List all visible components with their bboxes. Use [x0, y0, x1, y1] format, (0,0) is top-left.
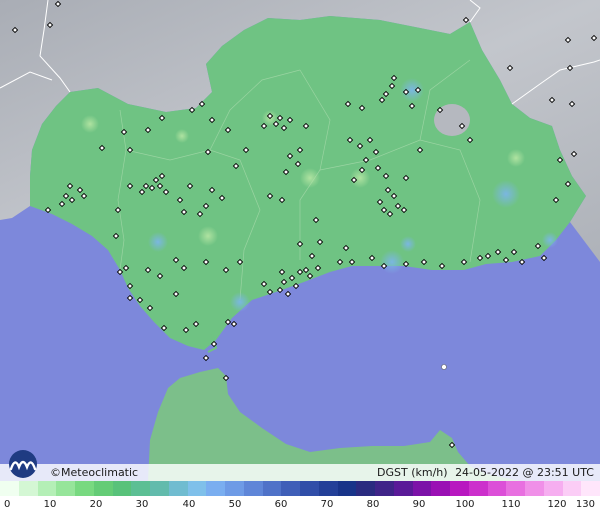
brand-credit: ©Meteoclimatic — [50, 465, 138, 480]
color-scale-bar — [0, 481, 600, 496]
scale-swatch — [487, 481, 507, 496]
scale-swatch — [168, 481, 188, 496]
meteoclimatic-logo — [2, 449, 48, 479]
scale-swatch — [112, 481, 132, 496]
color-scale-labels: 0 10 20 30 40 50 60 70 80 90 100 110 120 130 — [0, 496, 600, 517]
scale-swatch — [337, 481, 357, 496]
scale-tick-label: 0 — [4, 499, 11, 510]
scale-tick-label: 110 — [501, 499, 521, 510]
datetime-label: 24-05-2022 @ 23:51 UTC — [455, 466, 594, 479]
scale-swatch — [18, 481, 38, 496]
wind-gust-map[interactable] — [0, 0, 600, 481]
scale-swatch — [187, 481, 207, 496]
scale-swatch — [300, 481, 319, 496]
scale-swatch — [281, 481, 300, 496]
scale-swatch — [562, 481, 582, 496]
map-view[interactable]: ©Meteoclimatic DGST (km/h) 24-05-2022 @ … — [0, 0, 600, 517]
scale-tick-label: 90 — [412, 499, 426, 510]
scale-swatch — [543, 481, 563, 496]
scale-swatch — [375, 481, 394, 496]
scale-swatch — [243, 481, 263, 496]
scale-swatch — [56, 481, 75, 496]
scale-swatch — [506, 481, 525, 496]
island-marker — [441, 364, 447, 370]
variable-label: DGST (km/h) — [377, 466, 448, 479]
scale-swatch — [225, 481, 244, 496]
scale-tick-label: 100 — [455, 499, 475, 510]
scale-tick-label: 30 — [135, 499, 149, 510]
scale-swatch — [525, 481, 544, 496]
scale-tick-label: 40 — [182, 499, 196, 510]
scale-swatch — [206, 481, 225, 496]
scale-tick-label: 10 — [43, 499, 57, 510]
scale-tick-label: 80 — [366, 499, 380, 510]
scale-swatch — [393, 481, 413, 496]
scale-swatch — [450, 481, 469, 496]
scale-swatch — [93, 481, 113, 496]
scale-swatch — [356, 481, 375, 496]
scale-tick-label: 120 — [547, 499, 567, 510]
scale-tick-label: 130 — [575, 499, 595, 510]
scale-swatch — [468, 481, 488, 496]
scale-tick-label: 50 — [228, 499, 242, 510]
brand-name: Meteoclimatic — [61, 466, 139, 479]
scale-swatch — [581, 481, 600, 496]
scale-tick-label: 20 — [89, 499, 103, 510]
map-caption: DGST (km/h) 24-05-2022 @ 23:51 UTC — [373, 465, 594, 480]
scale-swatch — [75, 481, 94, 496]
scale-swatch — [37, 481, 57, 496]
scale-swatch — [431, 481, 450, 496]
scale-swatch — [0, 481, 19, 496]
scale-tick-label: 70 — [320, 499, 334, 510]
copyright-symbol: © — [50, 466, 61, 479]
scale-tick-label: 60 — [274, 499, 288, 510]
scale-swatch — [150, 481, 169, 496]
scale-swatch — [318, 481, 338, 496]
scale-swatch — [412, 481, 432, 496]
scale-swatch — [131, 481, 150, 496]
scale-swatch — [262, 481, 282, 496]
